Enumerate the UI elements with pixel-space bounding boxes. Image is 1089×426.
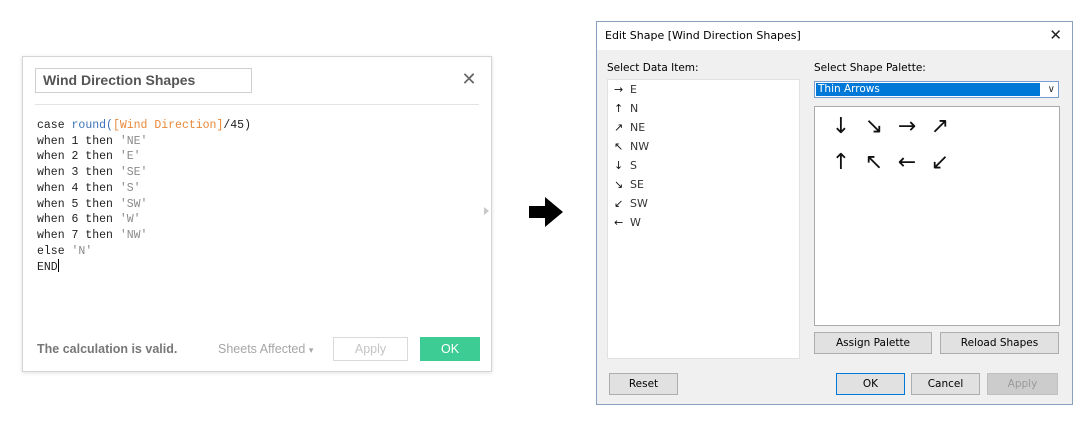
code-line: when 2 then 'E' [37,149,457,165]
arrow-up-left-icon: ↖ [614,140,624,153]
chevron-down-icon: ▾ [308,345,314,355]
sheets-affected-label: Sheets Affected [218,342,306,356]
code-token: when 6 then [37,213,120,227]
shape-arrow-up-left-icon[interactable]: ↖ [861,150,887,176]
ok-button[interactable]: OK [420,337,480,361]
divider [35,104,479,105]
code-line: when 5 then 'SW' [37,197,457,213]
data-item-s[interactable]: ↓ S [614,157,637,175]
code-token: 'E' [119,150,141,164]
code-token: 'N' [71,244,93,258]
text-cursor [57,259,59,273]
data-item-w[interactable]: ← W [614,214,641,232]
data-item-label: NW [630,140,650,153]
shape-arrow-up-icon[interactable]: ↑ [828,150,854,176]
arrow-right-icon [529,197,563,227]
code-line: when 4 then 'S' [37,181,457,197]
ok-button[interactable]: OK [836,373,905,395]
formula-editor[interactable]: case round([Wind Direction]/45) when 1 th… [37,118,457,276]
select-shape-palette-label: Select Shape Palette: [814,62,926,74]
calculation-editor: Wind Direction Shapes ✕ case round([Wind… [22,56,492,372]
data-item-sw[interactable]: ↙ SW [614,195,648,213]
code-line: when 1 then 'NE' [37,134,457,150]
shape-arrow-up-right-icon[interactable]: ↗ [927,114,953,140]
title-bar: Edit Shape [Wind Direction Shapes] ✕ [597,22,1072,50]
data-item-label: SW [630,197,648,210]
close-icon[interactable]: ✕ [1049,26,1062,44]
code-token: when 4 then [37,181,120,195]
data-item-label: SE [630,178,644,191]
code-line: when 7 then 'NW' [37,228,457,244]
data-item-label: W [630,216,641,229]
arrow-down-right-icon: ↘ [614,178,624,191]
shape-arrow-down-left-icon[interactable]: ↙ [927,150,953,176]
calculation-status: The calculation is valid. [37,342,178,356]
code-token: else [37,244,72,258]
code-token: [Wind Direction] [112,119,224,132]
code-token: 'NE' [119,134,148,148]
apply-button[interactable]: Apply [987,373,1058,395]
edit-shape-dialog: Edit Shape [Wind Direction Shapes] ✕ Sel… [596,21,1073,405]
code-line: END [37,259,457,276]
code-token: when 5 then [37,197,120,211]
data-item-e[interactable]: → E [614,81,637,99]
data-item-list[interactable]: → E ↑ N ↗ NE ↖ NW ↓ S ↘ SE ↙ SW ← W [607,79,800,359]
arrow-left-icon: ← [614,216,624,229]
code-token: 'NW' [119,228,148,242]
shape-palette-select[interactable]: Thin Arrows ∨ [814,81,1059,98]
close-icon[interactable]: ✕ [459,68,479,90]
arrow-down-icon: ↓ [614,159,624,172]
shape-arrow-left-icon[interactable]: ← [894,150,920,176]
code-token: 'W' [119,213,141,227]
code-token: /45) [223,119,251,132]
expand-panel-caret-icon[interactable] [484,207,489,215]
chevron-down-icon: ∨ [1047,84,1055,95]
arrow-right-icon: → [614,83,624,96]
code-token: when 7 then [37,228,120,242]
dialog-title: Edit Shape [Wind Direction Shapes] [605,29,801,42]
data-item-label: S [630,159,637,172]
code-token: 'S' [119,181,141,195]
code-token: END [37,261,58,275]
cancel-button[interactable]: Cancel [911,373,980,395]
shape-arrow-down-right-icon[interactable]: ↘ [861,114,887,140]
select-data-item-label: Select Data Item: [607,62,699,74]
code-line: when 6 then 'W' [37,212,457,228]
reload-shapes-button[interactable]: Reload Shapes [940,332,1059,354]
assign-palette-button[interactable]: Assign Palette [814,332,932,354]
shape-arrow-down-icon[interactable]: ↓ [828,114,854,140]
code-line: else 'N' [37,244,457,260]
arrow-down-left-icon: ↙ [614,197,624,210]
data-item-n[interactable]: ↑ N [614,100,638,118]
apply-button[interactable]: Apply [333,337,408,361]
code-token: 'SE' [119,166,148,180]
data-item-label: NE [630,121,646,134]
code-token: case [37,119,72,132]
reset-button[interactable]: Reset [609,373,678,395]
data-item-ne[interactable]: ↗ NE [614,119,645,137]
code-line: when 3 then 'SE' [37,165,457,181]
arrow-up-icon: ↑ [614,102,624,115]
shape-grid: ↓ ↘ → ↗ ↑ ↖ ← ↙ [814,106,1060,326]
code-token: when 3 then [37,166,120,180]
code-line: case round([Wind Direction]/45) [37,118,457,134]
shape-arrow-right-icon[interactable]: → [894,114,920,140]
calculation-name-field[interactable]: Wind Direction Shapes [35,68,252,93]
data-item-nw[interactable]: ↖ NW [614,138,649,156]
code-token: when 2 then [37,150,120,164]
code-token: 'SW' [119,197,148,211]
data-item-se[interactable]: ↘ SE [614,176,644,194]
data-item-label: E [630,83,637,96]
arrow-up-right-icon: ↗ [614,121,624,134]
palette-selected-value: Thin Arrows [816,83,1040,96]
sheets-affected-dropdown[interactable]: Sheets Affected ▾ [218,342,313,356]
code-token: round( [71,119,113,132]
data-item-label: N [630,102,639,115]
code-token: when 1 then [37,134,120,148]
